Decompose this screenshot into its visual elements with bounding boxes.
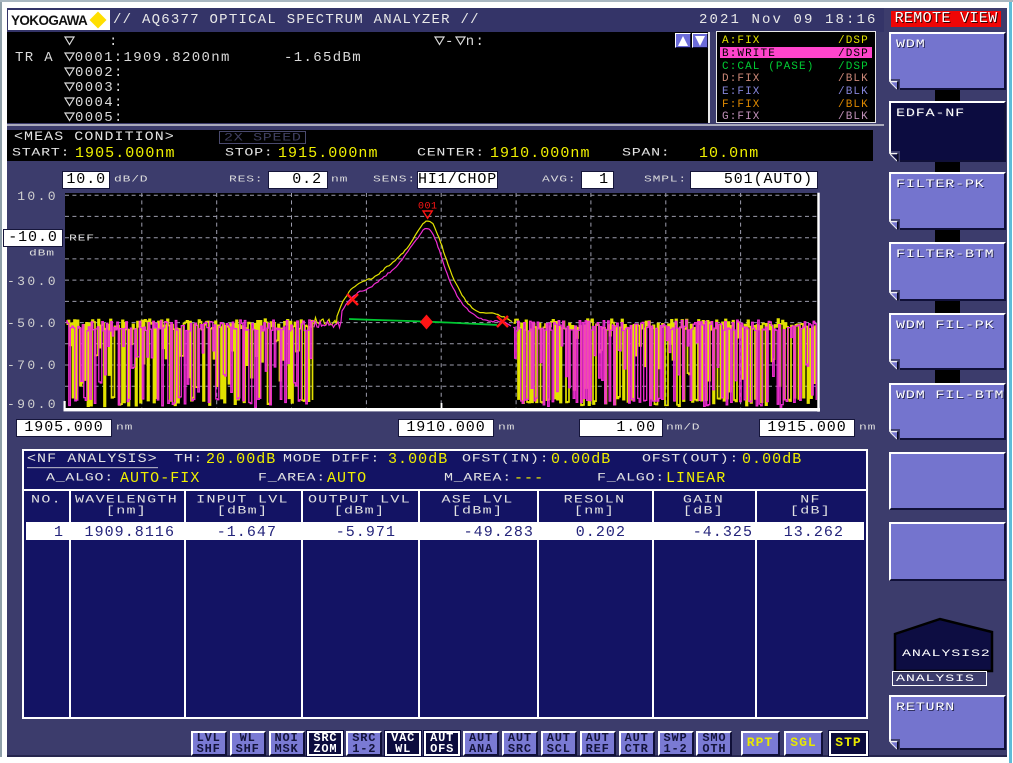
svg-text:001: 001 [418, 202, 438, 213]
